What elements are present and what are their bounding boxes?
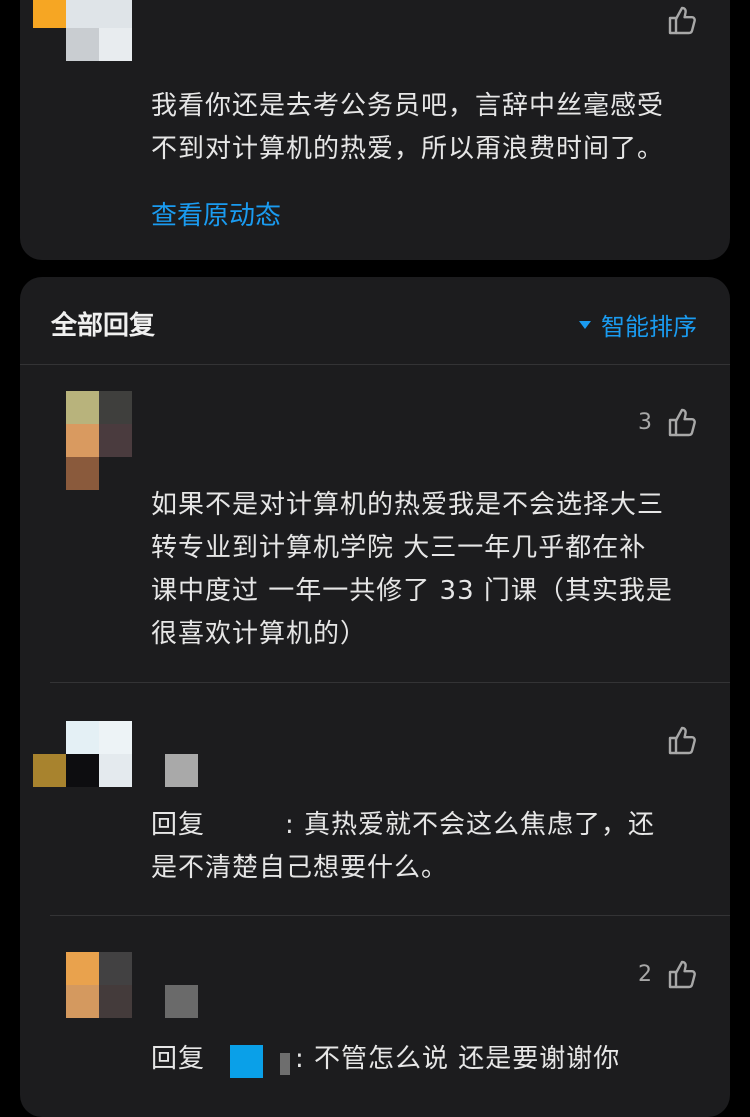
like-button[interactable]: 2 [638, 958, 698, 990]
reply-text: 回复: 真热爱就不会这么焦虑了，还 是不清楚自己想要什么。 [151, 810, 656, 883]
like-count: 2 [638, 961, 652, 987]
thumbs-up-icon [668, 408, 696, 437]
reply-prefix: 回复 [151, 1044, 206, 1074]
mentioned-user[interactable] [205, 1044, 291, 1078]
user-badge [165, 985, 198, 1018]
divider [50, 915, 730, 916]
divider [50, 682, 730, 683]
replies-card: 全部回复 智能排序 3 如果不是对计算机的热爱我是不会选择大三 转专业到计算机学… [20, 277, 730, 1117]
like-count: 3 [638, 409, 652, 435]
original-comment-card: 我看你还是去考公务员吧，言辞中丝毫感受 不到对计算机的热爱，所以甭浪费时间了。 … [20, 0, 730, 260]
view-original-link[interactable]: 查看原动态 [151, 195, 281, 232]
user-badge [165, 754, 198, 787]
replies-title: 全部回复 [51, 311, 156, 341]
like-button[interactable] [652, 4, 698, 36]
caret-down-icon [579, 320, 591, 329]
sort-dropdown[interactable]: 智能排序 [579, 307, 697, 342]
reply-text: 回复: 不管怎么说 还是要谢谢你 [151, 1038, 620, 1081]
thumbs-up-icon [668, 726, 696, 755]
sort-label: 智能排序 [601, 313, 697, 341]
thumbs-up-icon [668, 960, 696, 989]
thumbs-up-icon [668, 6, 696, 35]
reply-prefix: 回复 [151, 810, 206, 840]
like-button[interactable] [652, 724, 698, 756]
divider [20, 364, 730, 365]
comment-text: 我看你还是去考公务员吧，言辞中丝毫感受 不到对计算机的热爱，所以甭浪费时间了。 [151, 91, 665, 164]
like-button[interactable]: 3 [638, 406, 698, 438]
reply-text: 如果不是对计算机的热爱我是不会选择大三 转专业到计算机学院 大三一年几乎都在补 … [151, 490, 673, 649]
